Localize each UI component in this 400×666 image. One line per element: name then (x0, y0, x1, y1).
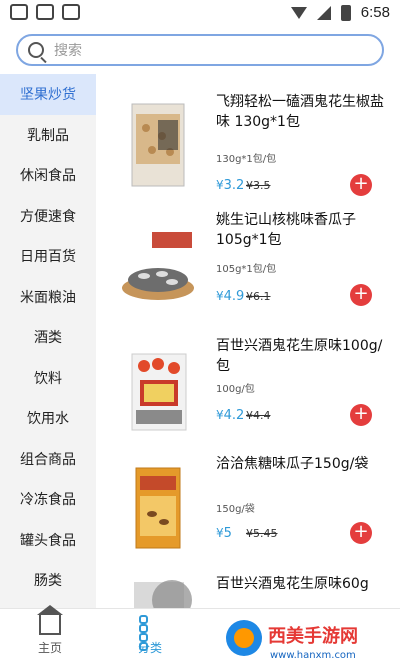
nav-category[interactable]: 分类 (120, 615, 180, 656)
status-time: 6:58 (360, 4, 390, 21)
add-to-cart-button[interactable]: + (350, 522, 372, 544)
sidebar-item-snacks[interactable]: 休闲食品 (0, 155, 96, 196)
product-price: ¥5 (216, 526, 232, 541)
battery-icon (340, 4, 351, 21)
sidebar-item-daily-goods[interactable]: 日用百货 (0, 236, 96, 277)
sidebar-item-nuts[interactable]: 坚果炒货 (0, 74, 96, 115)
product-price: ¥4.9 (216, 289, 244, 304)
product-spec: 105g*1包/包 (216, 264, 277, 275)
svg-text:www.hanxm.com: www.hanxm.com (270, 650, 356, 661)
sidebar-item-liquor[interactable]: 酒类 (0, 317, 96, 358)
product-spec: 130g*1包/包 (216, 154, 277, 165)
sidebar-item-label: 日用百货 (20, 249, 76, 266)
search-icon (28, 42, 44, 58)
tv-icon (36, 4, 54, 20)
sidebar-item-bundles[interactable]: 组合商品 (0, 439, 96, 480)
product-spec: 150g/袋 (216, 504, 255, 515)
product-name: 洽洽焦糖味瓜子150g/袋 (216, 456, 369, 472)
nav-home-label: 主页 (37, 641, 62, 655)
sidebar-item-label: 休闲食品 (20, 168, 76, 185)
sidebar-item-label: 组合商品 (20, 451, 76, 468)
sidebar-item-water[interactable]: 饮用水 (0, 398, 96, 439)
product-item[interactable]: 百世兴酒鬼花生原味100g/包 100g/包 ¥4.2 ¥4.4 + (96, 330, 400, 448)
sidebar-item-canned[interactable]: 罐头食品 (0, 520, 96, 561)
product-item[interactable]: 百世兴酒鬼花生原味60g (96, 568, 400, 608)
sidebar-item-drinks[interactable]: 饮料 (0, 358, 96, 399)
currency-symbol: ¥ (216, 526, 224, 540)
sidebar-item-label: 罐头食品 (20, 532, 76, 549)
product-name: 飞翔轻松一磕酒鬼花生椒盐味 130g*1包 (216, 94, 384, 130)
status-bar: 6:58 (0, 0, 400, 26)
sidebar-item-label: 米面粮油 (20, 289, 76, 306)
product-image (135, 467, 181, 549)
sidebar-item-label: 乳制品 (27, 127, 69, 144)
add-to-cart-button[interactable]: + (350, 174, 372, 196)
category-sidebar: 坚果炒货 乳制品 休闲食品 方便速食 日用百货 米面粮油 酒类 饮料 饮用水 组… (0, 74, 96, 608)
product-name: 姚生记山核桃味香瓜子105g*1包 (216, 212, 356, 248)
product-name: 百世兴酒鬼花生原味60g (216, 576, 369, 592)
sidebar-item-label: 饮料 (34, 370, 62, 387)
sidebar-item-label: 酒类 (34, 330, 62, 347)
product-name: 百世兴酒鬼花生原味100g/包 (216, 338, 383, 374)
product-image (131, 103, 185, 187)
sidebar-item-label: 冷冻食品 (20, 492, 76, 509)
signal-icon (316, 5, 331, 20)
price-value: 4.9 (223, 289, 245, 304)
sidebar-item-grain-oil[interactable]: 米面粮油 (0, 277, 96, 318)
home-icon (37, 605, 63, 635)
sidebar-item-label: 饮用水 (27, 411, 69, 428)
currency-symbol: ¥ (216, 408, 224, 422)
sidebar-item-sausages[interactable]: 肠类 (0, 560, 96, 601)
product-old-price: ¥6.1 (246, 290, 271, 303)
sidebar-item-dairy[interactable]: 乳制品 (0, 115, 96, 156)
wifi-icon (290, 6, 307, 19)
sidebar-item-frozen[interactable]: 冷冻食品 (0, 479, 96, 520)
product-price: ¥3.2 (216, 178, 244, 193)
product-item[interactable]: 姚生记山核桃味香瓜子105g*1包 105g*1包/包 ¥4.9 ¥6.1 + (96, 204, 400, 322)
add-to-cart-button[interactable]: + (350, 284, 372, 306)
product-item[interactable]: 洽洽焦糖味瓜子150g/袋 150g/袋 ¥5 ¥5.45 + (96, 448, 400, 566)
currency-symbol: ¥ (216, 178, 224, 192)
product-old-price: ¥5.45 (246, 527, 278, 540)
price-value: 3.2 (223, 178, 245, 193)
product-price: ¥4.2 (216, 408, 244, 423)
product-image (131, 353, 187, 431)
a-icon (62, 4, 80, 20)
notification-icons (10, 4, 80, 20)
price-value: 4.2 (223, 408, 245, 423)
product-image (122, 232, 194, 300)
svg-text:西美手游网: 西美手游网 (268, 625, 358, 647)
product-image (134, 580, 192, 608)
product-item[interactable]: 飞翔轻松一磕酒鬼花生椒盐味 130g*1包 130g*1包/包 ¥3.2 ¥3.… (96, 86, 400, 204)
product-old-price: ¥4.4 (246, 409, 271, 422)
currency-symbol: ¥ (216, 289, 224, 303)
sidebar-item-instant-food[interactable]: 方便速食 (0, 196, 96, 237)
watermark-logo: 西美手游网 www.hanxm.com (222, 614, 398, 664)
product-spec: 100g/包 (216, 384, 255, 395)
nav-category-label: 分类 (137, 641, 162, 655)
product-list: 飞翔轻松一磕酒鬼花生椒盐味 130g*1包 130g*1包/包 ¥3.2 ¥3.… (96, 74, 400, 608)
gamepad-icon (10, 4, 28, 20)
search-bar[interactable] (16, 34, 384, 66)
sidebar-item-label: 肠类 (34, 573, 62, 590)
nav-home[interactable]: 主页 (20, 605, 80, 656)
price-value: 5 (223, 526, 232, 541)
sidebar-item-label: 坚果炒货 (20, 87, 76, 104)
category-grid-icon (139, 615, 161, 651)
search-input[interactable] (54, 40, 374, 62)
product-old-price: ¥3.5 (246, 179, 271, 192)
add-to-cart-button[interactable]: + (350, 404, 372, 426)
sidebar-item-label: 方便速食 (20, 208, 76, 225)
